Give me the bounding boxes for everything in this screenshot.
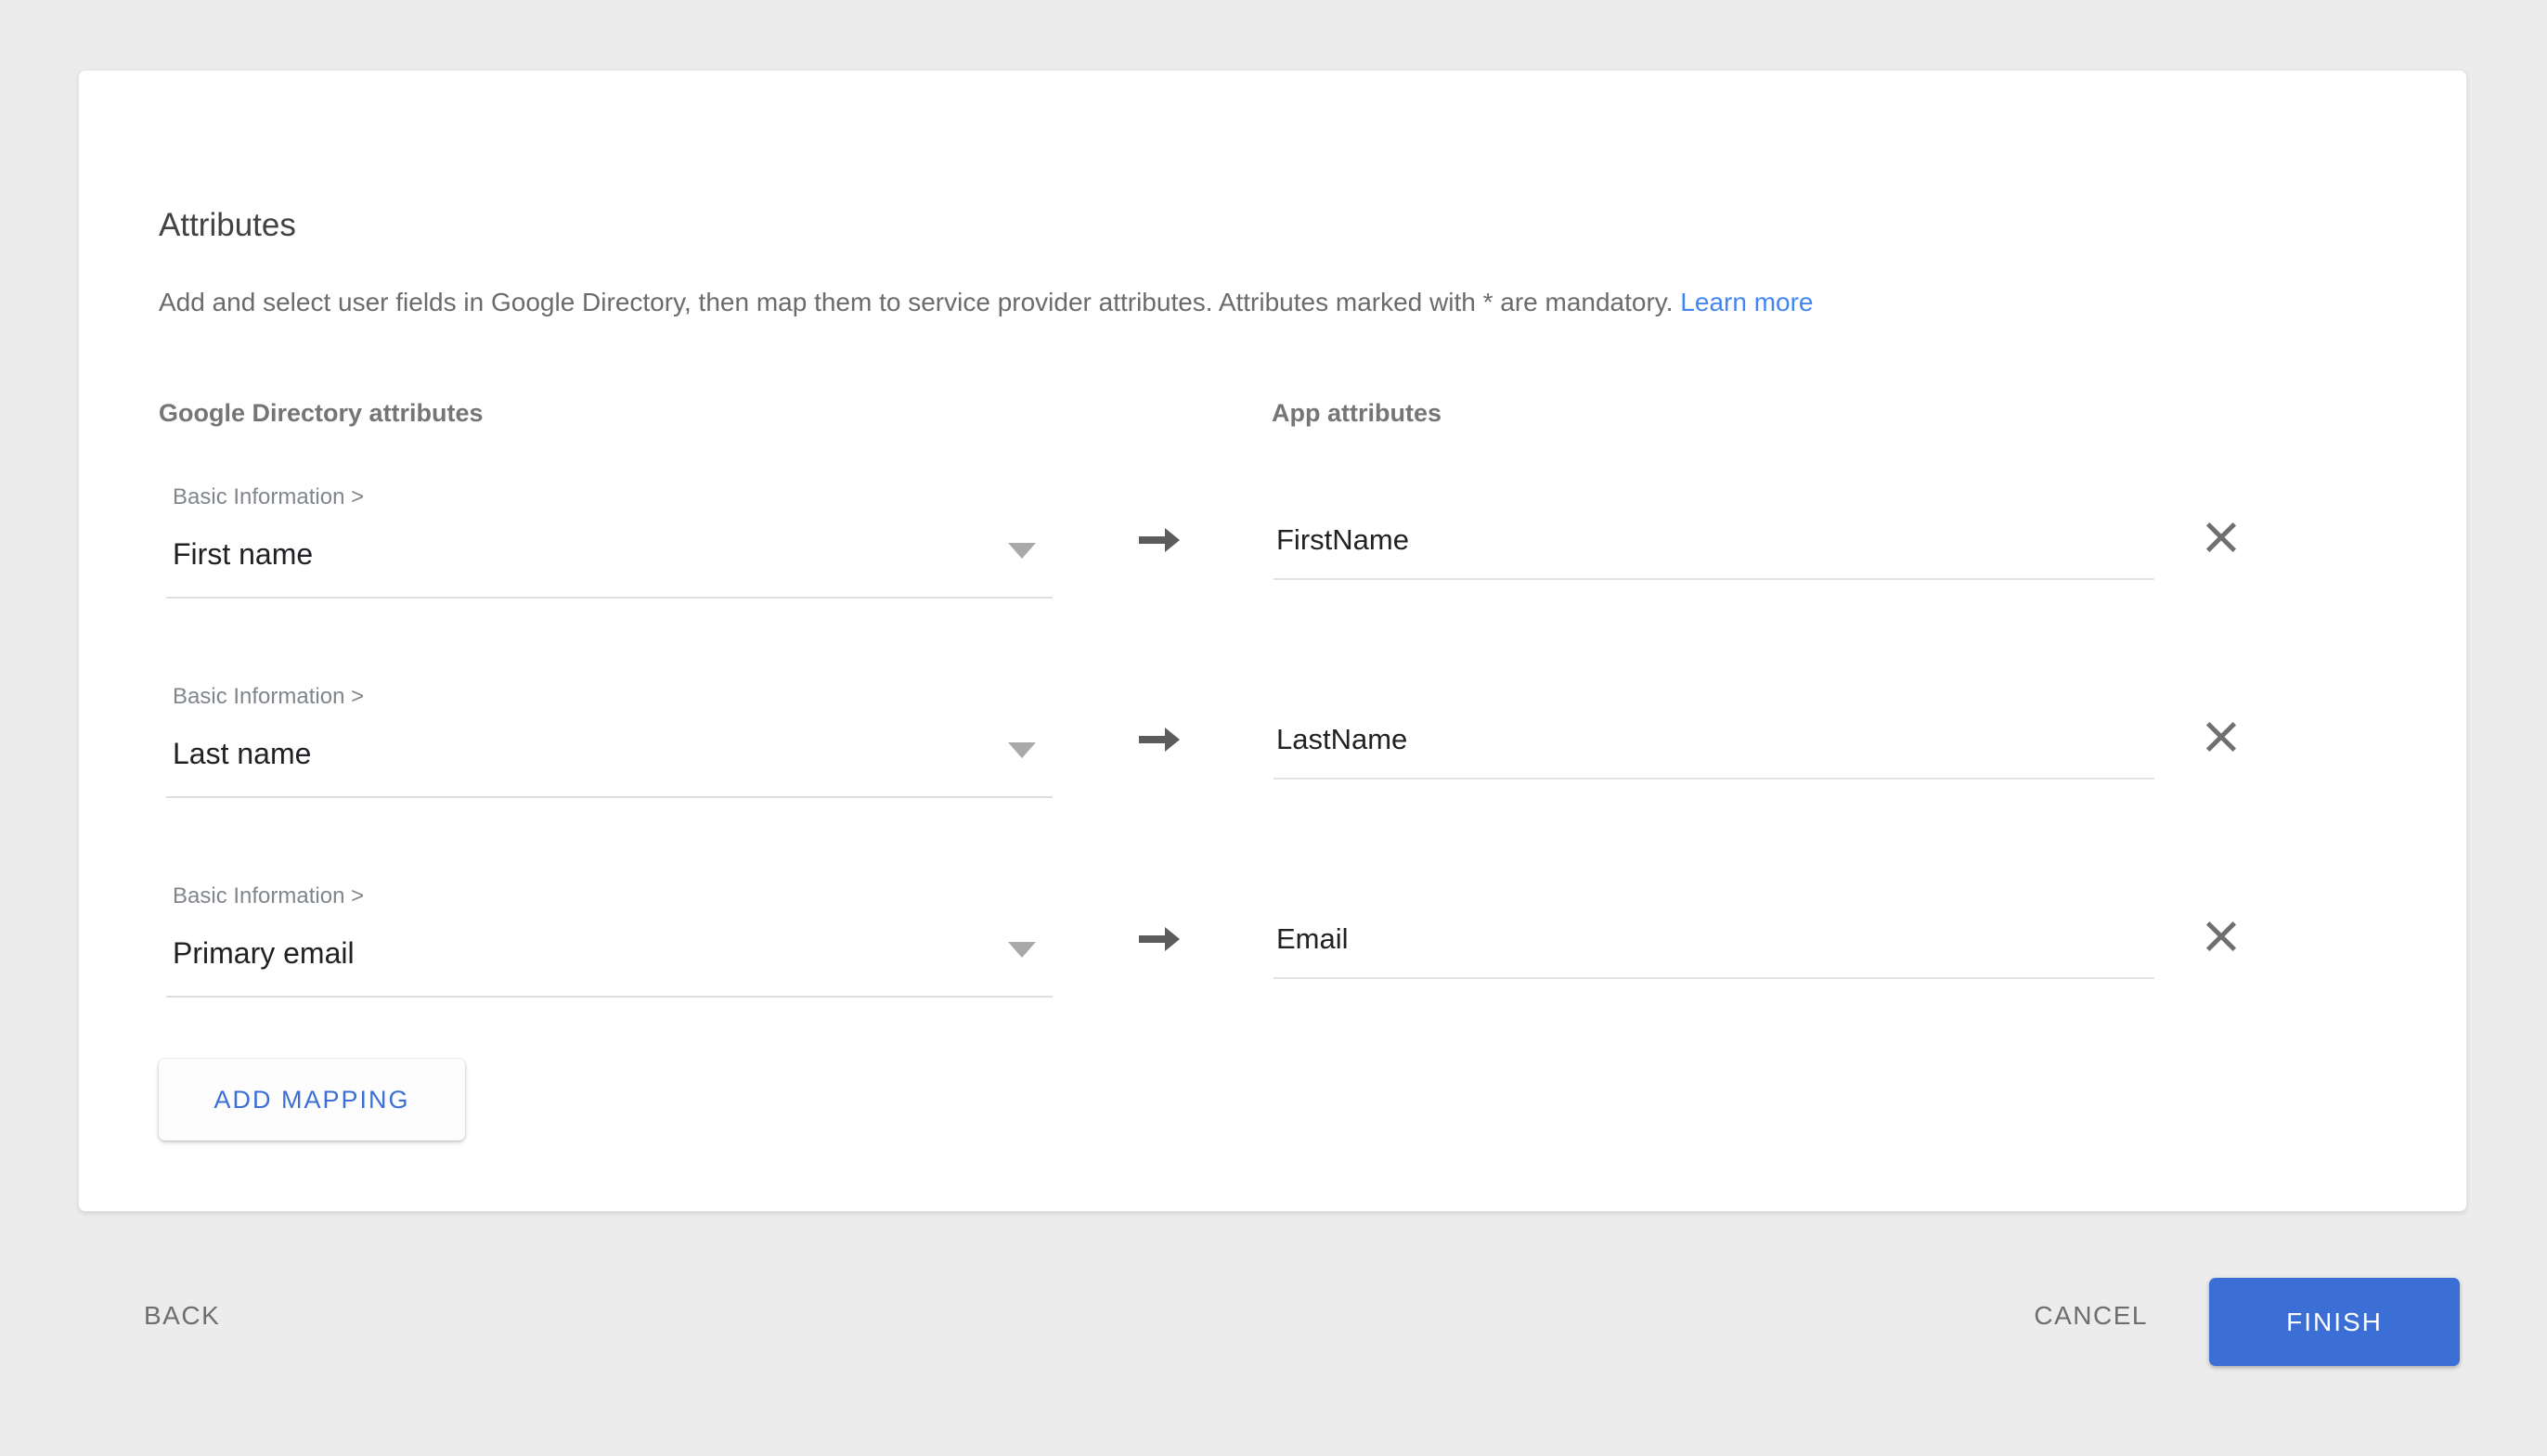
- mapping-row: Basic Information > Primary email: [166, 883, 2264, 1040]
- app-attribute-input[interactable]: [1274, 711, 2154, 780]
- description: Add and select user fields in Google Dir…: [159, 286, 1813, 319]
- column-header-google-directory: Google Directory attributes: [159, 397, 484, 429]
- directory-attribute-select[interactable]: Basic Information > Last name: [166, 683, 1053, 798]
- directory-attribute-select[interactable]: Basic Information > Primary email: [166, 883, 1053, 998]
- page-title: Attributes: [159, 206, 296, 245]
- caret-down-icon: [1008, 742, 1036, 758]
- app-attribute-input[interactable]: [1274, 910, 2154, 979]
- cancel-button[interactable]: CANCEL: [2034, 1301, 2148, 1331]
- directory-attribute-select[interactable]: Basic Information > First name: [166, 483, 1053, 599]
- arrow-right-icon: [1137, 726, 1182, 754]
- remove-mapping-button[interactable]: [2191, 907, 2251, 966]
- back-button[interactable]: BACK: [144, 1301, 220, 1331]
- mapping-row: Basic Information > First name: [166, 483, 2264, 641]
- attribute-category-label: Basic Information >: [173, 883, 364, 910]
- finish-button[interactable]: FINISH: [2209, 1278, 2460, 1366]
- close-icon: [2201, 716, 2242, 757]
- app-attribute-input[interactable]: [1274, 511, 2154, 580]
- attributes-card: Attributes Add and select user fields in…: [78, 70, 2467, 1212]
- close-icon: [2201, 916, 2242, 957]
- attribute-value-label: Last name: [173, 735, 311, 772]
- attribute-value-label: First name: [173, 535, 313, 573]
- caret-down-icon: [1008, 942, 1036, 958]
- attribute-category-label: Basic Information >: [173, 483, 364, 511]
- description-text: Add and select user fields in Google Dir…: [159, 288, 1674, 316]
- remove-mapping-button[interactable]: [2191, 707, 2251, 767]
- mapping-row: Basic Information > Last name: [166, 683, 2264, 841]
- arrow-right-icon: [1137, 925, 1182, 953]
- attribute-category-label: Basic Information >: [173, 683, 364, 711]
- remove-mapping-button[interactable]: [2191, 508, 2251, 567]
- attribute-value-label: Primary email: [173, 934, 355, 972]
- caret-down-icon: [1008, 543, 1036, 559]
- column-header-app: App attributes: [1272, 397, 1442, 429]
- add-mapping-button[interactable]: ADD MAPPING: [159, 1059, 465, 1140]
- arrow-right-icon: [1137, 526, 1182, 554]
- learn-more-link[interactable]: Learn more: [1680, 288, 1813, 316]
- close-icon: [2201, 517, 2242, 558]
- attribute-mapping-page: Attributes Add and select user fields in…: [0, 0, 2547, 1456]
